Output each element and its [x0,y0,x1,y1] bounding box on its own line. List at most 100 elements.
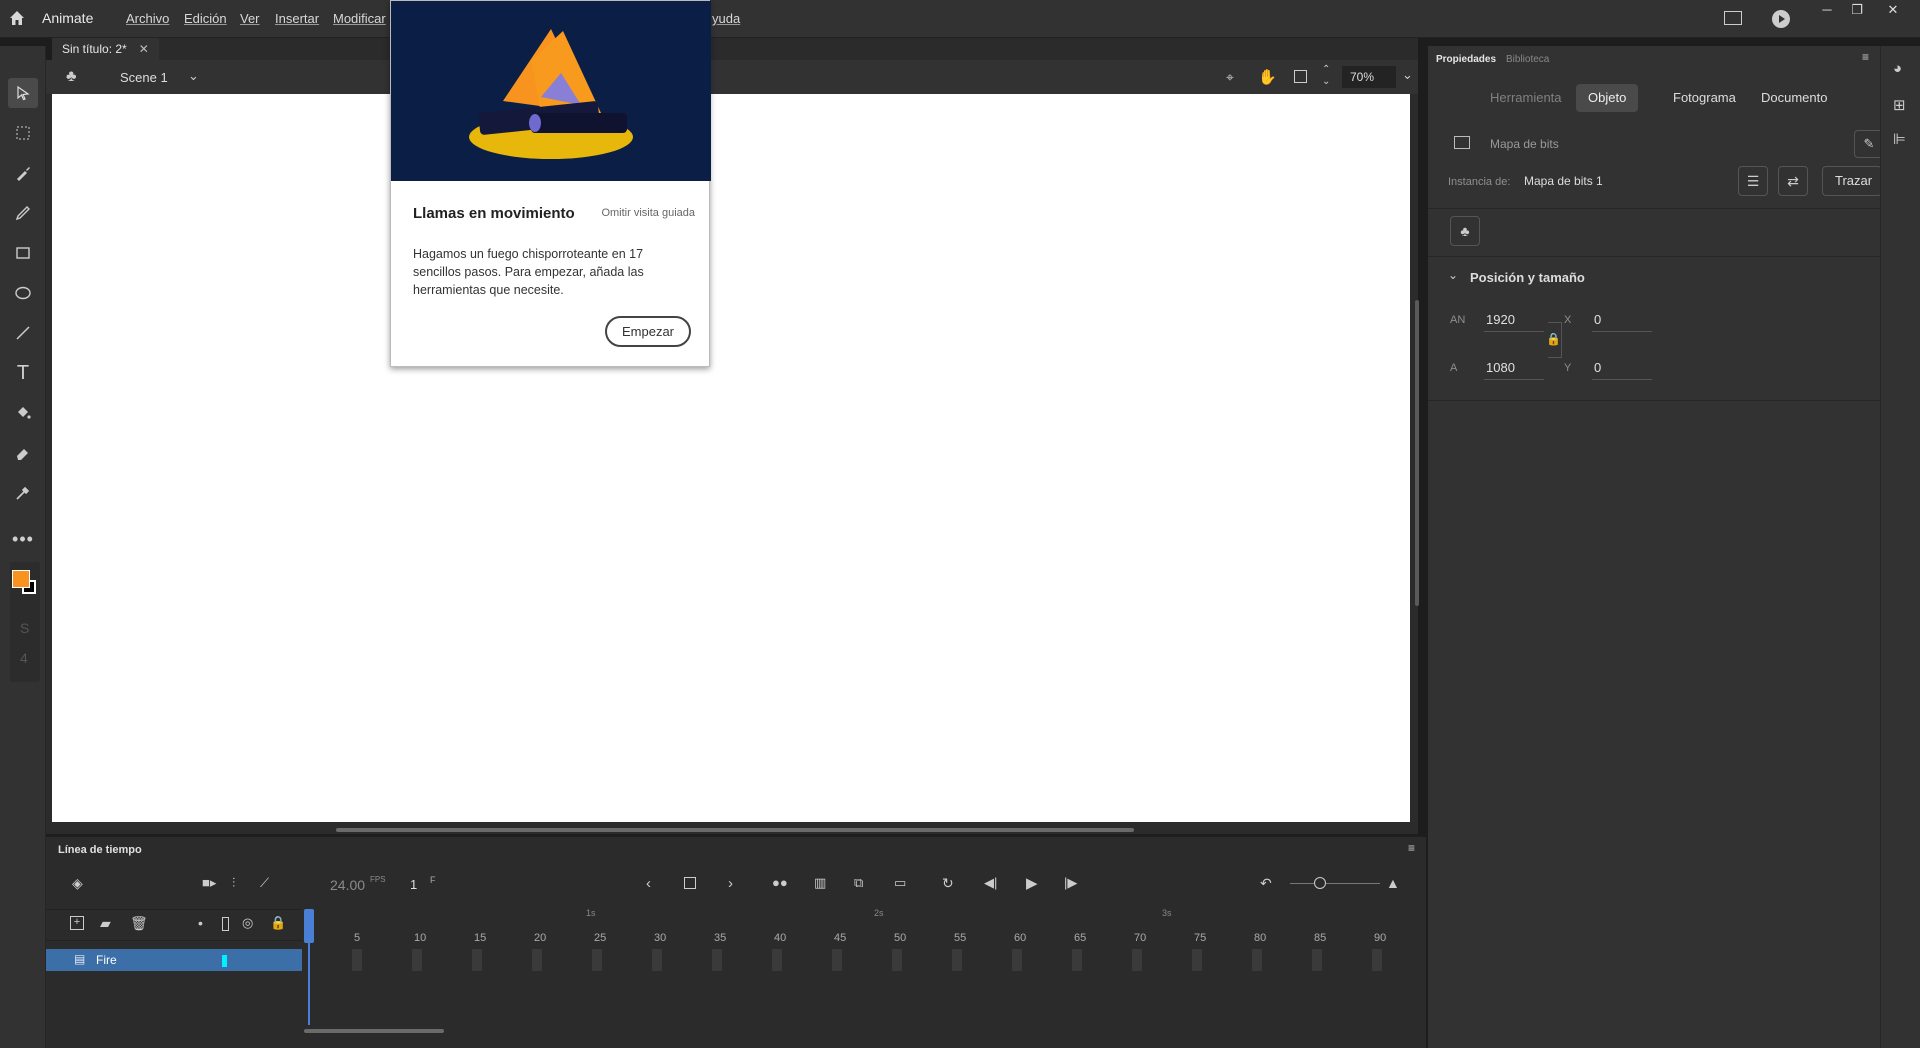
delete-layer-icon[interactable]: 🗑 [130,915,148,932]
layer-row[interactable]: ▤ Fire [46,949,302,971]
workspace-icon[interactable] [1724,11,1742,25]
frame-cell-90[interactable] [1372,949,1382,971]
sync-icon[interactable]: ⧉ [854,875,863,891]
tab-objeto[interactable]: Objeto [1576,84,1639,112]
outline-icon[interactable] [222,917,229,931]
frame-cell-55[interactable] [952,949,962,971]
width-field[interactable]: 1920 [1484,308,1544,332]
adjust-icon[interactable]: ☰ [1738,166,1768,196]
hand-icon[interactable]: ✋ [1258,68,1277,86]
frame-cell-80[interactable] [1252,949,1262,971]
onion-skin-icon[interactable]: ●● [772,875,788,890]
menu-edicion[interactable]: Edición [184,11,227,26]
step-forward-icon[interactable]: |▶ [1064,875,1077,891]
lock-icon[interactable]: 🔒 [270,915,286,931]
close-tab-icon[interactable]: ✕ [139,38,149,60]
frame-cell-30[interactable] [652,949,662,971]
graph-icon[interactable]: ⟋ [260,875,269,891]
document-tab[interactable]: Sin título: 2* ✕ [52,38,159,60]
stage-canvas[interactable] [52,94,1410,822]
align-panel-icon[interactable]: ⊞ [1893,96,1906,114]
fit-stage-icon[interactable] [1294,70,1307,83]
menu-archivo[interactable]: Archivo [126,11,169,26]
more-tools-icon[interactable]: ••• [8,524,38,554]
symbol-icon[interactable]: ♣ [1450,216,1480,246]
close-window-button[interactable]: ✕ [1878,0,1908,20]
insert-keyframe-icon[interactable] [684,877,696,889]
layers-icon[interactable]: ◈ [72,875,83,892]
frame-cell-60[interactable] [1012,949,1022,971]
frame-cell-25[interactable] [592,949,602,971]
frame-cell-50[interactable] [892,949,902,971]
y-field[interactable]: 0 [1592,356,1652,380]
menu-modificar[interactable]: Modificar [333,11,386,26]
stage-vertical-scrollbar[interactable] [1415,300,1419,606]
current-frame[interactable]: 1 [410,877,417,892]
frame-cell-5[interactable] [352,949,362,971]
frame-cell-35[interactable] [712,949,722,971]
frame-cell-20[interactable] [532,949,542,971]
zoom-stepper-icon[interactable]: ⌃ ⌄ [1322,64,1330,88]
smooth-icon[interactable]: 4 [20,650,28,666]
scene-icon[interactable]: ♣ [66,68,77,86]
panel-menu-icon[interactable]: ≡ [1862,50,1869,64]
x-field[interactable]: 0 [1592,308,1652,332]
zoom-field[interactable]: 70% [1342,66,1396,88]
new-folder-icon[interactable]: ▰ [100,915,111,932]
brush-icon[interactable] [8,158,38,188]
panel-tab-properties[interactable]: Propiedades [1436,54,1496,65]
mountains-icon[interactable]: ▲ [1386,875,1400,891]
frame-size-slider[interactable] [1290,883,1380,884]
frame-size-slider-handle[interactable] [1314,877,1326,889]
menu-ayuda[interactable]: yuda [712,11,740,26]
menu-insertar[interactable]: Insertar [275,11,319,26]
play-preview-icon[interactable] [1772,10,1790,28]
pencil-icon[interactable] [8,198,38,228]
scene-name[interactable]: Scene 1 [120,70,168,85]
visibility-icon[interactable]: ◎ [242,915,253,931]
frame-cell-85[interactable] [1312,949,1322,971]
chain-lock-icon[interactable]: 🔒 [1546,332,1561,346]
transform-panel-icon[interactable]: ⊫ [1893,130,1906,148]
fit-frames-icon[interactable]: ▭ [894,875,906,891]
frame-cell-10[interactable] [412,949,422,971]
line-icon[interactable] [8,318,38,348]
snap-center-icon[interactable]: ⌖ [1226,69,1234,86]
layer-name[interactable]: Fire [96,953,117,967]
color-panel-icon[interactable]: ◕ [1893,60,1902,77]
snap-icon[interactable]: S [20,620,29,636]
tab-herramienta[interactable]: Herramienta [1478,84,1574,112]
restore-button[interactable]: ❐ [1842,0,1872,20]
timeline-menu-icon[interactable]: ≡ [1408,841,1415,855]
panel-tab-library[interactable]: Biblioteca [1506,54,1549,65]
paint-bucket-icon[interactable] [8,398,38,428]
new-layer-icon[interactable]: + [70,916,84,930]
playhead[interactable] [304,909,314,943]
height-field[interactable]: 1080 [1484,356,1544,380]
free-transform-icon[interactable] [8,118,38,148]
tab-fotograma[interactable]: Fotograma [1661,84,1748,112]
frame-cell-65[interactable] [1072,949,1082,971]
layer-parent-icon[interactable]: ⫶ [232,875,235,891]
text-tool-icon[interactable]: T [8,358,38,388]
frame-cell-45[interactable] [832,949,842,971]
frame-cell-75[interactable] [1192,949,1202,971]
eyedropper-icon[interactable] [8,478,38,508]
fill-color-swatch[interactable] [12,570,30,588]
step-back-icon[interactable]: ◀| [984,875,997,891]
eraser-icon[interactable] [8,438,38,468]
menu-ver[interactable]: Ver [240,11,260,26]
play-icon[interactable]: ▶ [1026,874,1038,892]
timeline-horizontal-scrollbar[interactable] [304,1029,444,1033]
tab-documento[interactable]: Documento [1749,84,1839,112]
frame-cell-15[interactable] [472,949,482,971]
section-chevron-down-icon[interactable]: ⌄ [1448,268,1458,282]
edit-multiple-frames-icon[interactable]: ▥ [814,875,826,891]
highlight-layer-icon[interactable]: • [198,915,203,931]
instance-value[interactable]: Mapa de bits 1 [1524,174,1603,188]
stage-horizontal-scrollbar[interactable] [336,828,1134,832]
camera-icon[interactable]: ■▸ [202,875,216,891]
swap-icon[interactable]: ⇄ [1778,166,1808,196]
rectangle-icon[interactable] [8,238,38,268]
frame-cell-70[interactable] [1132,949,1142,971]
